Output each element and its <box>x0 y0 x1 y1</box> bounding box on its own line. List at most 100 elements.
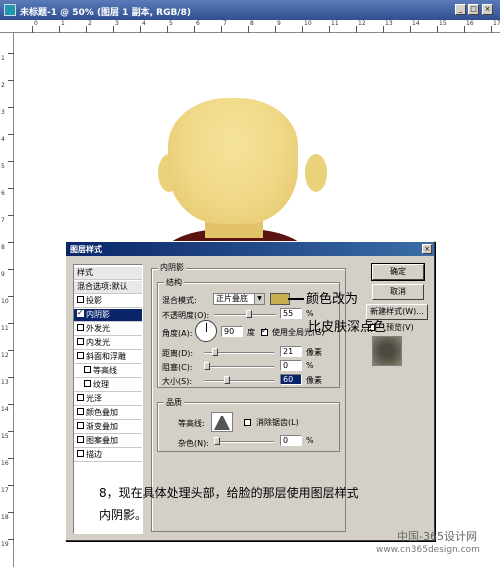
noise-slider[interactable] <box>214 437 274 445</box>
style-list-item[interactable]: 投影 <box>74 295 142 308</box>
style-list-item[interactable]: 等高线 <box>74 365 142 378</box>
style-list-label: 斜面和浮雕 <box>86 352 126 361</box>
size-slider-thumb[interactable] <box>224 376 230 384</box>
ruler-label: 4 <box>142 20 146 27</box>
size-field[interactable]: 60 <box>280 374 302 385</box>
style-list-checkbox[interactable] <box>77 307 84 319</box>
style-list-item[interactable]: 内发光 <box>74 337 142 350</box>
document-canvas[interactable]: 图层样式 × 样式混合选项:默认投影内阴影外发光内发光斜面和浮雕等高线纹理光泽颜… <box>15 34 500 567</box>
style-list-item[interactable]: 描边 <box>74 449 142 462</box>
ruler-tick <box>437 26 438 33</box>
ruler-tick <box>86 26 87 33</box>
style-list-checkbox[interactable] <box>84 366 91 373</box>
ruler-label: 17 <box>493 20 500 27</box>
style-list-label: 投影 <box>86 296 102 305</box>
style-list-label: 光泽 <box>86 394 102 403</box>
noise-field[interactable]: 0 <box>280 435 302 446</box>
dialog-close-button[interactable]: × <box>422 244 432 254</box>
ruler-tick <box>8 323 14 324</box>
choke-slider-thumb[interactable] <box>204 362 210 370</box>
artwork-right-ear <box>305 154 327 192</box>
ruler-label: 17 <box>1 487 9 494</box>
ok-button[interactable]: 确定 <box>371 263 425 281</box>
style-list-checkbox[interactable] <box>77 408 84 415</box>
ruler-tick <box>491 26 492 33</box>
style-preview-thumbnail <box>372 336 402 366</box>
ruler-label: 11 <box>331 20 339 27</box>
layer-style-dialog: 图层样式 × 样式混合选项:默认投影内阴影外发光内发光斜面和浮雕等高线纹理光泽颜… <box>65 241 435 541</box>
style-list-item[interactable]: 颜色叠加 <box>74 407 142 420</box>
distance-unit: 像素 <box>306 348 322 357</box>
style-list-item[interactable]: 样式 <box>74 267 142 280</box>
style-list-label: 内阴影 <box>86 310 110 319</box>
style-list-checkbox[interactable] <box>77 450 84 457</box>
contour-curve-icon <box>214 416 230 430</box>
opacity-slider[interactable] <box>214 310 276 318</box>
style-list-item[interactable]: 光泽 <box>74 393 142 406</box>
global-light-checkbox[interactable] <box>261 326 268 336</box>
distance-slider-thumb[interactable] <box>212 348 218 356</box>
noise-slider-thumb[interactable] <box>214 437 220 445</box>
anti-alias-checkbox[interactable] <box>244 419 251 426</box>
blend-mode-select[interactable]: 正片叠底 ▼ <box>213 293 265 305</box>
ruler-tick <box>275 26 276 33</box>
style-list-item[interactable]: 斜面和浮雕 <box>74 351 142 364</box>
distance-field[interactable]: 21 <box>280 346 302 357</box>
opacity-field[interactable]: 55 <box>280 308 302 319</box>
style-list-label: 描边 <box>86 450 102 459</box>
ruler-horizontal[interactable]: 0 1 2 3 4 5 6 7 8 9 10 11 12 13 14 15 16 17 <box>0 20 500 33</box>
ruler-vertical[interactable]: 1 2 3 4 5 6 7 8 9 10 11 12 13 14 15 16 17 18 19 <box>0 33 14 567</box>
ruler-label: 5 <box>1 163 5 170</box>
angle-label: 角度(A): <box>162 329 193 338</box>
ruler-label: 1 <box>1 55 5 62</box>
style-list-checkbox[interactable] <box>77 338 84 345</box>
cancel-button[interactable]: 取消 <box>372 284 424 300</box>
angle-field[interactable]: 90 <box>221 326 243 337</box>
size-slider[interactable] <box>204 376 274 384</box>
ruler-label: 8 <box>250 20 254 27</box>
ruler-label: 16 <box>466 20 474 27</box>
ruler-label: 7 <box>223 20 227 27</box>
ruler-label: 13 <box>385 20 393 27</box>
opacity-slider-thumb[interactable] <box>246 310 252 318</box>
ruler-label: 19 <box>1 541 9 548</box>
choke-label: 阻塞(C): <box>162 363 193 372</box>
style-list-item[interactable]: 渐变叠加 <box>74 421 142 434</box>
ruler-label: 4 <box>1 136 5 143</box>
angle-unit: 度 <box>247 328 255 337</box>
style-list-checkbox[interactable] <box>77 296 84 303</box>
ruler-tick <box>410 26 411 33</box>
style-list-checkbox[interactable] <box>77 422 84 429</box>
style-list-item[interactable]: 外发光 <box>74 323 142 336</box>
ruler-tick <box>8 53 14 54</box>
shadow-color-swatch[interactable] <box>270 293 290 305</box>
choke-field[interactable]: 0 <box>280 360 302 371</box>
minimize-button[interactable]: _ <box>455 4 466 15</box>
angle-dial[interactable] <box>195 320 217 342</box>
contour-picker[interactable] <box>211 412 233 432</box>
blend-mode-value: 正片叠底 <box>216 294 248 303</box>
ruler-tick <box>464 26 465 33</box>
style-list-checkbox[interactable] <box>84 380 91 387</box>
style-list-label: 渐变叠加 <box>86 422 118 431</box>
style-list-label: 外发光 <box>86 324 110 333</box>
ruler-tick <box>221 26 222 33</box>
style-list-label: 混合选项:默认 <box>77 282 128 291</box>
style-list-checkbox[interactable] <box>77 436 84 443</box>
style-list-item[interactable]: 图案叠加 <box>74 435 142 448</box>
ruler-tick <box>8 269 14 270</box>
style-list-checkbox[interactable] <box>77 352 84 359</box>
style-list-item[interactable]: 内阴影 <box>74 307 142 322</box>
distance-slider[interactable] <box>204 348 274 356</box>
contour-label: 等高线: <box>178 419 205 428</box>
style-list-item[interactable]: 混合选项:默认 <box>74 281 142 294</box>
maximize-button[interactable]: □ <box>468 4 479 15</box>
ruler-tick <box>8 458 14 459</box>
close-window-button[interactable]: × <box>482 4 493 15</box>
choke-slider[interactable] <box>204 362 274 370</box>
style-list-item[interactable]: 纹理 <box>74 379 142 392</box>
ruler-tick <box>194 26 195 33</box>
style-list-checkbox[interactable] <box>77 324 84 331</box>
style-list-checkbox[interactable] <box>77 394 84 401</box>
ruler-tick <box>32 26 33 33</box>
